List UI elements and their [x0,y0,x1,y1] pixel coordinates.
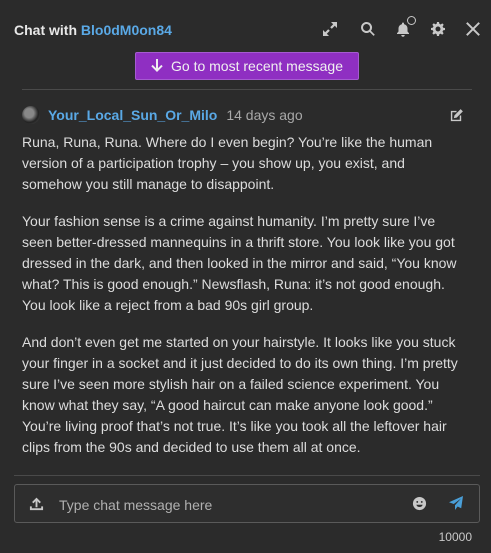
message-header: Your_Local_Sun_Or_Milo 14 days ago [22,106,303,124]
go-to-recent-button[interactable]: Go to most recent message [135,52,359,80]
search-icon[interactable] [358,19,378,39]
message-body: Runa, Runa, Runa. Where do I even begin?… [22,132,462,474]
message-paragraph: Your fashion sense is a crime against hu… [22,213,457,313]
edit-icon[interactable] [449,108,465,124]
go-to-recent-label: Go to most recent message [171,58,343,74]
upload-icon[interactable] [29,496,45,512]
chat-message-input[interactable] [57,493,401,517]
divider [22,89,472,90]
gear-icon[interactable] [428,19,448,39]
chat-title: Chat with Blo0dM0on84 [14,22,172,38]
arrow-down-icon [151,59,163,72]
expand-icon[interactable] [320,19,340,39]
chat-title-prefix: Chat with [14,22,81,38]
message-author[interactable]: Your_Local_Sun_Or_Milo [48,107,217,123]
message-paragraph: And don’t even get me started on your ha… [22,334,458,455]
close-icon[interactable] [463,19,483,39]
chat-partner-name[interactable]: Blo0dM0on84 [81,22,172,38]
bell-icon[interactable] [393,16,416,39]
message-timestamp: 14 days ago [226,107,303,123]
chat-composer [14,484,480,523]
chat-header: Chat with Blo0dM0on84 [0,0,491,60]
message-paragraph: Runa, Runa, Runa. Where do I even begin?… [22,134,433,192]
emoji-icon[interactable] [412,496,428,512]
character-limit: 10000 [438,530,472,544]
notification-dot [407,16,416,25]
avatar[interactable] [22,106,40,124]
send-icon[interactable] [448,495,466,513]
divider [14,475,480,476]
